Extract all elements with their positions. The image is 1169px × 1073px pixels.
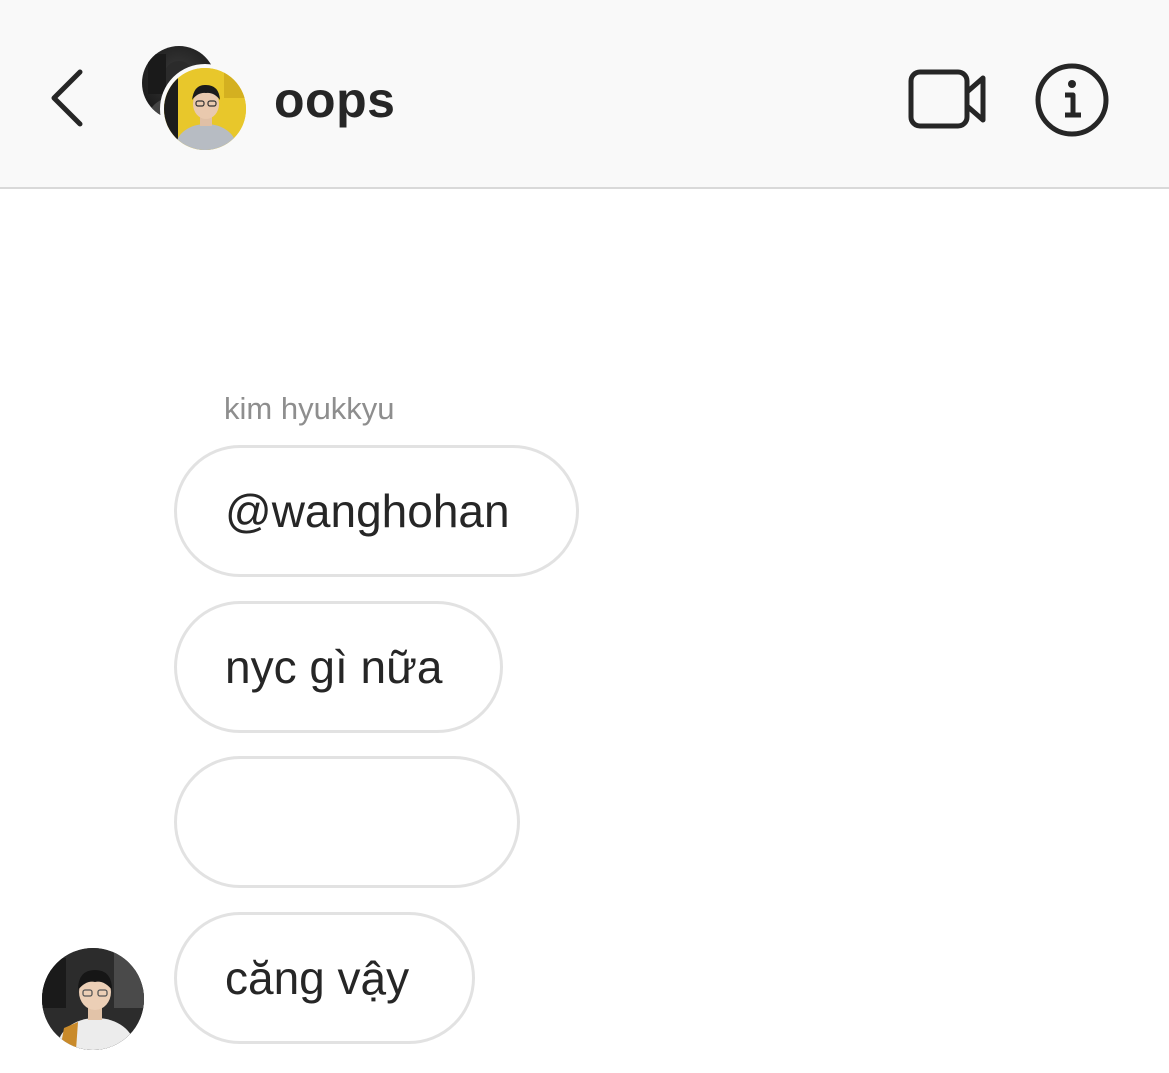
message-bubble[interactable] [174, 756, 520, 888]
chat-header: oops [0, 0, 1169, 189]
message-bubble[interactable]: căng vậy [174, 912, 475, 1044]
back-button[interactable] [40, 62, 100, 134]
video-call-button[interactable] [906, 66, 990, 132]
group-avatar[interactable] [140, 44, 250, 154]
chevron-left-icon [51, 69, 83, 127]
chat-title[interactable]: oops [274, 70, 395, 130]
info-icon [1035, 63, 1109, 137]
sender-avatar[interactable] [42, 948, 144, 1050]
sender-name: kim hyukkyu [224, 391, 395, 426]
video-camera-icon [908, 69, 986, 129]
info-button[interactable] [1032, 60, 1112, 140]
message-bubble[interactable]: @wanghohan [174, 445, 579, 577]
message-bubble[interactable]: nyc gì nữa [174, 601, 503, 733]
group-avatar-front [160, 64, 250, 154]
